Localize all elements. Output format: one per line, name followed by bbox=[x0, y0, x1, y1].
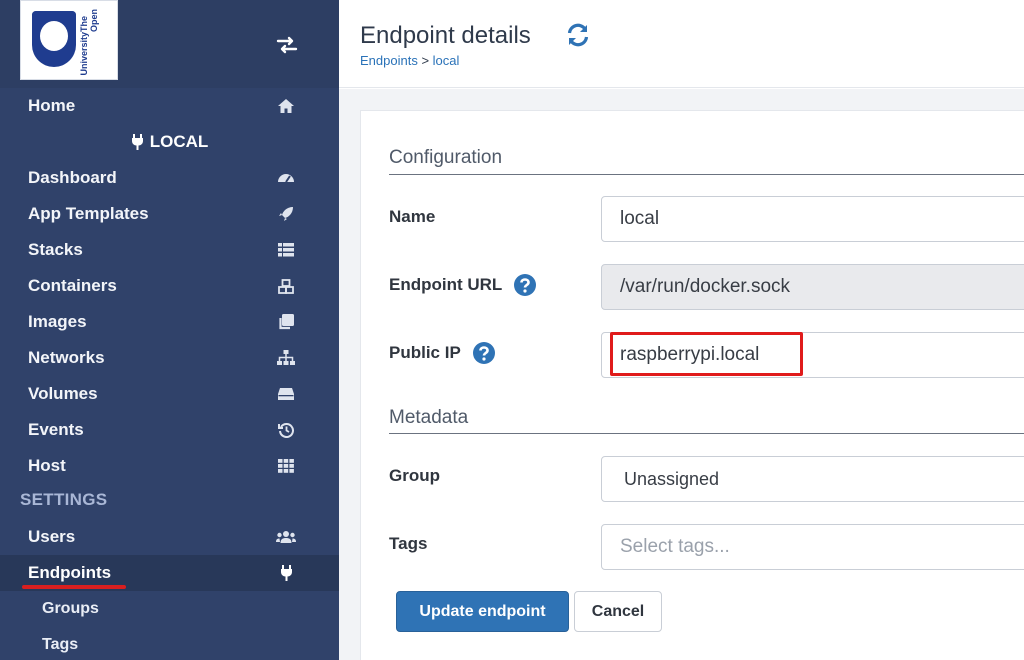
breadcrumb-separator: > bbox=[417, 53, 433, 68]
users-icon bbox=[276, 528, 296, 546]
cubes-icon bbox=[276, 277, 296, 295]
sidebar-item-events[interactable]: Events bbox=[0, 412, 339, 448]
page-header: Endpoint details Endpoints > local bbox=[339, 0, 1024, 88]
sidebar-item-groups[interactable]: Groups bbox=[0, 591, 339, 627]
current-endpoint-name: LOCAL bbox=[149, 132, 209, 151]
open-university-logo[interactable]: The Open University bbox=[20, 0, 118, 80]
sidebar-item-images[interactable]: Images bbox=[0, 304, 339, 340]
sidebar-item-app-templates[interactable]: App Templates bbox=[0, 196, 339, 232]
sidebar-item-label: Endpoints bbox=[28, 563, 112, 582]
sidebar-item-tags[interactable]: Tags bbox=[0, 627, 339, 660]
sidebar-item-label: Stacks bbox=[28, 240, 83, 259]
sidebar-item-label: Groups bbox=[42, 600, 99, 617]
sidebar: The Open University Home LOCAL Dashboard… bbox=[0, 0, 339, 660]
endpoint-form-panel: Configuration Name local Endpoint URL /v… bbox=[360, 110, 1024, 660]
sidebar-item-users[interactable]: Users bbox=[0, 519, 339, 555]
sidebar-item-networks[interactable]: Networks bbox=[0, 340, 339, 376]
endpoint-url-input[interactable]: /var/run/docker.sock bbox=[601, 264, 1024, 310]
breadcrumb: Endpoints > local bbox=[360, 53, 459, 68]
sidebar-item-dashboard[interactable]: Dashboard bbox=[0, 160, 339, 196]
sidebar-item-home[interactable]: Home bbox=[0, 88, 339, 124]
cancel-button[interactable]: Cancel bbox=[574, 591, 662, 632]
sidebar-item-label: Home bbox=[28, 96, 76, 115]
current-endpoint-header: LOCAL bbox=[0, 124, 339, 160]
th-icon bbox=[276, 457, 296, 475]
history-icon bbox=[276, 421, 296, 439]
sidebar-item-label: Host bbox=[28, 456, 66, 475]
group-label: Group bbox=[389, 466, 440, 485]
update-endpoint-button[interactable]: Update endpoint bbox=[396, 591, 569, 632]
sidebar-item-label: Containers bbox=[28, 276, 117, 295]
breadcrumb-current[interactable]: local bbox=[433, 53, 460, 68]
sidebar-brand: The Open University bbox=[0, 0, 339, 88]
public-ip-label: Public IP bbox=[389, 342, 495, 364]
question-circle-icon[interactable] bbox=[472, 342, 495, 364]
sidebar-item-host[interactable]: Host bbox=[0, 448, 339, 484]
sidebar-item-label: Dashboard bbox=[28, 168, 117, 187]
sitemap-icon bbox=[276, 349, 296, 367]
settings-heading: SETTINGS bbox=[20, 490, 108, 509]
sidebar-item-label: Volumes bbox=[28, 384, 98, 403]
name-label: Name bbox=[389, 207, 436, 226]
metadata-divider bbox=[389, 433, 1024, 434]
endpoint-url-label: Endpoint URL bbox=[389, 274, 537, 296]
logo-shield-icon bbox=[32, 11, 76, 67]
sidebar-item-label: Events bbox=[28, 420, 84, 439]
logo-text-line2: University bbox=[79, 32, 89, 76]
sidebar-item-stacks[interactable]: Stacks bbox=[0, 232, 339, 268]
refresh-icon[interactable] bbox=[565, 22, 591, 48]
list-icon bbox=[276, 241, 296, 259]
tags-label: Tags bbox=[389, 534, 428, 553]
page-title: Endpoint details bbox=[360, 22, 531, 49]
sidebar-item-label: Users bbox=[28, 527, 76, 546]
group-select[interactable]: Unassigned bbox=[601, 456, 1024, 502]
plug-icon bbox=[131, 134, 143, 150]
tags-select[interactable]: Select tags... bbox=[601, 524, 1024, 570]
breadcrumb-endpoints-link[interactable]: Endpoints bbox=[360, 53, 418, 68]
main-content: Configuration Name local Endpoint URL /v… bbox=[339, 89, 1024, 660]
question-circle-icon[interactable] bbox=[514, 274, 537, 296]
plug-icon bbox=[276, 564, 296, 582]
name-input[interactable]: local bbox=[601, 196, 1024, 242]
public-ip-highlight-annotation bbox=[610, 332, 803, 376]
sidebar-item-containers[interactable]: Containers bbox=[0, 268, 339, 304]
sidebar-item-label: App Templates bbox=[28, 204, 149, 223]
hdd-icon bbox=[276, 385, 296, 403]
rocket-icon bbox=[276, 205, 296, 223]
configuration-heading: Configuration bbox=[389, 147, 503, 168]
home-icon bbox=[276, 97, 296, 115]
logo-text-line1: The Open bbox=[79, 8, 99, 32]
configuration-divider bbox=[389, 174, 1024, 175]
exchange-icon[interactable] bbox=[276, 36, 298, 54]
sidebar-item-volumes[interactable]: Volumes bbox=[0, 376, 339, 412]
sidebar-item-label: Tags bbox=[42, 636, 79, 653]
sidebar-item-label: Images bbox=[28, 312, 87, 331]
sidebar-item-label: Networks bbox=[28, 348, 105, 367]
clone-icon bbox=[276, 313, 296, 331]
tachometer-icon bbox=[276, 169, 296, 187]
metadata-heading: Metadata bbox=[389, 407, 469, 428]
endpoints-underline-annotation bbox=[22, 585, 126, 589]
